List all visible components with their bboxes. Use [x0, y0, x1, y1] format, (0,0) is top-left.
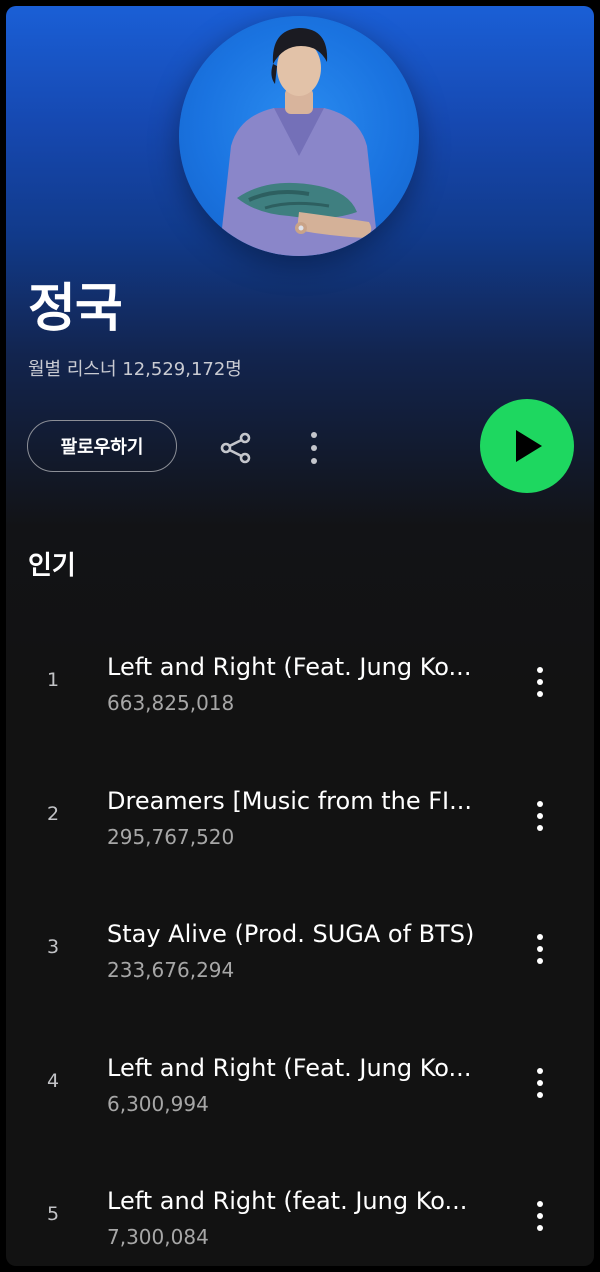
track-play-count: 295,767,520 [107, 824, 235, 849]
track-title: Left and Right (Feat. Jung Ko... [107, 653, 472, 681]
track-rank: 3 [46, 936, 60, 958]
track-more-button[interactable] [526, 929, 554, 969]
share-icon [220, 432, 251, 464]
more-vertical-icon [537, 1201, 543, 1231]
track-title: Dreamers [Music from the FI... [107, 786, 472, 815]
track-rank: 4 [46, 1069, 60, 1092]
track-more-button[interactable] [526, 796, 554, 836]
artist-name: 정국 [28, 279, 123, 339]
artist-photo [219, 28, 379, 256]
track-row[interactable]: 3 Stay Alive (Prod. SUGA of BTS) 233,676… [6, 895, 594, 1029]
track-rank: 5 [46, 1203, 60, 1225]
play-button[interactable] [480, 399, 574, 493]
track-play-count: 6,300,994 [107, 1091, 209, 1116]
track-more-button[interactable] [526, 1063, 554, 1103]
artist-avatar [179, 16, 419, 256]
more-vertical-icon [537, 800, 543, 831]
more-vertical-icon [537, 667, 543, 697]
track-title: Left and Right (feat. Jung Ko... [107, 1187, 468, 1215]
share-button[interactable] [214, 426, 258, 470]
track-play-count: 663,825,018 [107, 691, 235, 715]
track-rank: 1 [46, 669, 60, 691]
more-vertical-icon [311, 432, 317, 464]
more-vertical-icon [537, 1067, 543, 1098]
follow-button[interactable]: 팔로우하기 [27, 420, 177, 472]
more-vertical-icon [537, 934, 543, 964]
track-play-count: 7,300,084 [107, 1225, 209, 1249]
play-icon [516, 430, 542, 462]
track-row[interactable]: 5 Left and Right (feat. Jung Ko... 7,300… [6, 1162, 594, 1266]
track-title: Stay Alive (Prod. SUGA of BTS) [107, 920, 475, 948]
artist-page: 정국 월별 리스너 12,529,172명 팔로우하기 인기 1 Left an… [6, 6, 594, 1266]
track-title: Left and Right (Feat. Jung Ko... [107, 1053, 472, 1082]
monthly-listeners: 월별 리스너 12,529,172명 [28, 359, 242, 380]
track-more-button[interactable] [526, 1196, 554, 1236]
track-play-count: 233,676,294 [107, 958, 235, 982]
popular-track-list: 1 Left and Right (Feat. Jung Ko... 663,8… [6, 628, 594, 1266]
popular-section-title: 인기 [28, 551, 76, 581]
more-options-button[interactable] [299, 426, 329, 470]
track-row[interactable]: 2 Dreamers [Music from the FI... 295,767… [6, 762, 594, 896]
track-row[interactable]: 1 Left and Right (Feat. Jung Ko... 663,8… [6, 628, 594, 762]
track-more-button[interactable] [526, 662, 554, 702]
track-row[interactable]: 4 Left and Right (Feat. Jung Ko... 6,300… [6, 1029, 594, 1163]
track-rank: 2 [46, 802, 60, 825]
